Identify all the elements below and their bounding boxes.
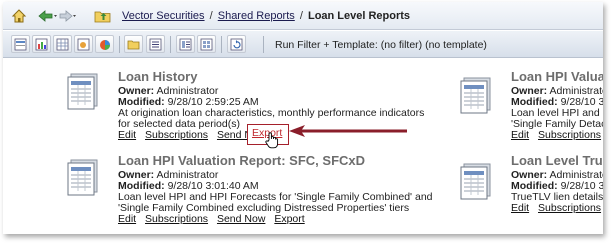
send-now-link[interactable]: Send Now [217, 213, 265, 225]
subscriptions-link[interactable]: Subscriptions [145, 213, 208, 225]
breadcrumb: Vector Securities / Shared Reports / Loa… [122, 10, 410, 22]
folder-up-icon[interactable] [94, 8, 112, 24]
edit-link[interactable]: Edit [511, 202, 529, 214]
chart-icon [35, 38, 48, 51]
toolbar-divider [221, 36, 222, 53]
report-title[interactable]: Loan HPI Valuation Report: SFC, SFCxD [118, 153, 365, 168]
new-report-icon [14, 38, 27, 51]
edit-link[interactable]: Edit [118, 129, 136, 141]
home-icon[interactable] [11, 8, 27, 24]
breadcrumb-current: Loan Level Reports [307, 10, 411, 22]
edit-link[interactable]: Edit [511, 129, 529, 141]
export-link[interactable]: Export [274, 213, 304, 225]
new-query-button[interactable] [74, 35, 93, 53]
refresh-icon [230, 38, 243, 51]
details-view-button[interactable] [146, 35, 165, 53]
report-actions: Edit Subscriptions Se [511, 202, 603, 214]
breadcrumb-link-vector-securities[interactable]: Vector Securities [122, 10, 205, 22]
toolbar-divider [170, 36, 171, 53]
list-view-button[interactable] [176, 35, 195, 53]
report-title[interactable]: Loan History [118, 69, 197, 84]
breadcrumb-separator: / [209, 10, 213, 22]
breadcrumb-bar: Vector Securities / Shared Reports / Loa… [3, 2, 603, 30]
toolbar-divider [119, 36, 120, 53]
toolbar: Run Filter + Template: (no filter) (no t… [3, 31, 603, 58]
subscriptions-link[interactable]: Subscriptions [538, 202, 601, 214]
breadcrumb-link-shared-reports[interactable]: Shared Reports [218, 10, 295, 22]
new-chart-button[interactable] [32, 35, 51, 53]
dashboard-icon [100, 40, 110, 50]
report-icon[interactable] [458, 160, 494, 200]
forward-arrow-icon[interactable] [59, 8, 77, 24]
folder-icon [127, 40, 140, 50]
pointer-arrow [289, 125, 407, 137]
new-grid-button[interactable] [53, 35, 72, 53]
report-icon[interactable] [65, 70, 101, 110]
new-dashboard-button[interactable] [95, 35, 114, 53]
report-actions: Edit Subscriptions Send Now Export [118, 213, 311, 225]
grid-icon [56, 38, 69, 51]
report-icon[interactable] [458, 74, 494, 114]
tile-view-button[interactable] [197, 35, 216, 53]
list-view-icon [179, 38, 192, 51]
report-title[interactable]: Loan HPI Valua [511, 69, 603, 84]
report-title[interactable]: Loan Level Tru [511, 153, 603, 168]
report-icon[interactable] [65, 156, 101, 196]
run-filter-template-label[interactable]: Run Filter + Template: (no filter) (no t… [275, 39, 487, 51]
subscriptions-link[interactable]: Subscriptions [538, 129, 601, 141]
tile-view-icon [200, 38, 213, 51]
back-arrow-icon[interactable] [38, 8, 58, 24]
query-icon [77, 38, 90, 51]
new-folder-button[interactable] [124, 35, 143, 53]
subscriptions-link[interactable]: Subscriptions [145, 129, 208, 141]
edit-link[interactable]: Edit [118, 213, 136, 225]
details-view-icon [149, 38, 162, 51]
breadcrumb-separator: / [299, 10, 303, 22]
hand-cursor-icon [265, 132, 279, 149]
report-actions: Edit Subscriptions Se [511, 129, 603, 141]
refresh-button[interactable] [227, 35, 246, 53]
new-report-button[interactable] [11, 35, 30, 53]
screenshot-frame: Vector Securities / Shared Reports / Loa… [3, 2, 603, 234]
toolbar-divider [263, 36, 264, 53]
